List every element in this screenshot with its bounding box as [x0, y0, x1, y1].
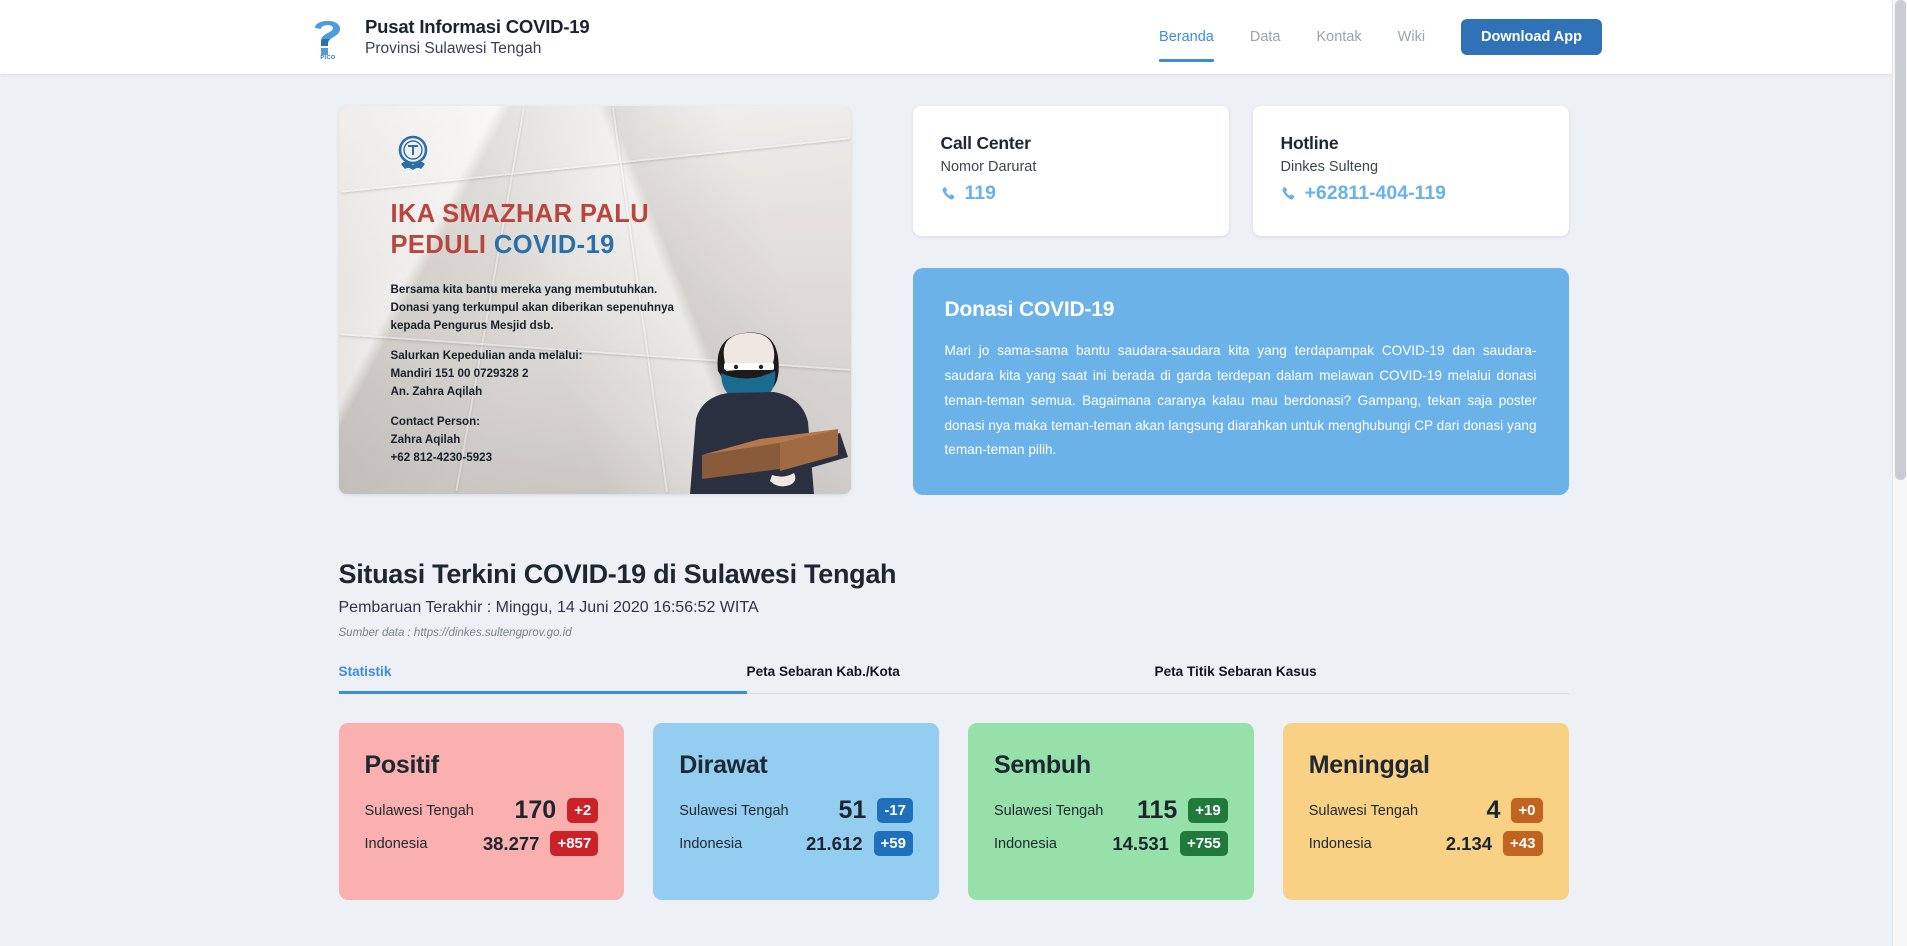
tab-peta-titik-sebaran-kasus[interactable]: Peta Titik Sebaran Kasus	[1155, 656, 1563, 693]
page-scrollbar[interactable]	[1892, 0, 1907, 946]
top-navbar: PICO Pusat Informasi COVID-19 Provinsi S…	[0, 0, 1907, 74]
poster-person-illustration	[689, 332, 848, 494]
hotline-number-row[interactable]: +62811-404-119	[1281, 181, 1541, 206]
page-body: IKA SMAZHAR PALU PEDULI COVID-19 Bersama…	[0, 74, 1907, 901]
poster-heading-line2: PEDULI COVID-19	[391, 230, 851, 261]
stat-region-label: Indonesia	[364, 835, 428, 852]
call-center-card[interactable]: Call Center Nomor Darurat 119	[912, 106, 1229, 237]
nav-link-data[interactable]: Data	[1232, 30, 1299, 45]
content-container: IKA SMAZHAR PALU PEDULI COVID-19 Bersama…	[338, 106, 1569, 901]
brand-title: Pusat Informasi COVID-19	[365, 16, 590, 38]
stat-region-label: Sulawesi Tengah	[679, 802, 789, 819]
situasi-section: Situasi Terkini COVID-19 di Sulawesi Ten…	[338, 559, 1569, 901]
stat-title-sembuh: Sembuh	[994, 751, 1091, 780]
call-center-subtitle: Nomor Darurat	[940, 159, 1037, 175]
hero-right-column: Call Center Nomor Darurat 119 Hotline Di…	[912, 106, 1569, 496]
call-center-title: Call Center	[940, 133, 1031, 153]
situasi-last-update: Pembaruan Terakhir : Minggu, 14 Juni 202…	[338, 599, 759, 617]
stat-region-label: Indonesia	[1308, 835, 1372, 852]
hotline-subtitle: Dinkes Sulteng	[1280, 159, 1379, 175]
stat-card-sembuh[interactable]: Sembuh Sulawesi Tengah 115 +19 Indonesia…	[968, 723, 1254, 901]
stat-card-meninggal[interactable]: Meninggal Sulawesi Tengah 4 +0 Indonesia…	[1282, 723, 1569, 901]
call-center-number-row[interactable]: 119	[941, 181, 1201, 206]
stat-delta-badge: +19	[1188, 798, 1228, 824]
hotline-number: +62811-404-119	[1304, 182, 1447, 204]
stat-value: 115	[1136, 796, 1178, 825]
stat-region-label: Sulawesi Tengah	[994, 802, 1104, 819]
phone-icon	[1282, 187, 1294, 200]
stat-value: 4	[1486, 796, 1501, 825]
stat-region-label: Sulawesi Tengah	[1308, 802, 1419, 819]
stat-card-positif[interactable]: Positif Sulawesi Tengah 170 +2 Indonesia…	[338, 723, 625, 901]
stat-value: 2.134	[1445, 832, 1493, 854]
stat-row-indonesia: Indonesia 14.531 +755	[994, 831, 1228, 857]
stat-row-indonesia: Indonesia 2.134 +43	[1308, 831, 1543, 857]
stat-value: 14.531	[1112, 832, 1169, 854]
stat-value: 170	[514, 796, 557, 825]
stat-region-label: Sulawesi Tengah	[364, 802, 474, 819]
stat-value: 51	[838, 796, 867, 825]
poster-heading-peduli: PEDULI	[390, 231, 487, 260]
poster-emblem-icon	[398, 135, 427, 170]
call-center-number: 119	[964, 182, 996, 204]
poster-heading: IKA SMAZHAR PALU PEDULI COVID-19	[391, 199, 851, 261]
nav-link-beranda[interactable]: Beranda	[1141, 30, 1232, 62]
stat-region-label: Indonesia	[679, 835, 743, 852]
stat-delta-badge: +59	[873, 831, 913, 857]
donation-poster-image[interactable]: IKA SMAZHAR PALU PEDULI COVID-19 Bersama…	[338, 106, 851, 494]
stat-card-dirawat[interactable]: Dirawat Sulawesi Tengah 51 -17 Indonesia…	[653, 723, 939, 901]
stat-delta-badge: +0	[1511, 798, 1543, 824]
stat-row-indonesia: Indonesia 21.612 +59	[679, 831, 913, 857]
hotline-title: Hotline	[1280, 133, 1339, 153]
poster-heading-covid: COVID-19	[493, 231, 615, 260]
poster-heading-line1: IKA SMAZHAR PALU	[390, 200, 650, 228]
stat-delta-badge: +755	[1179, 831, 1228, 857]
stat-value: 21.612	[805, 832, 863, 854]
nav-link-kontak[interactable]: Kontak	[1299, 30, 1380, 45]
brand-subtitle: Provinsi Sulawesi Tengah	[365, 40, 542, 58]
situasi-title: Situasi Terkini COVID-19 di Sulawesi Ten…	[338, 559, 897, 590]
pico-logo-icon: PICO	[305, 13, 351, 61]
brand[interactable]: PICO Pusat Informasi COVID-19 Provinsi S…	[305, 13, 590, 61]
situasi-data-source: Sumber data : https://dinkes.sultengprov…	[338, 627, 572, 640]
stat-row-sulteng: Sulawesi Tengah 170 +2	[365, 796, 599, 825]
stat-region-label: Indonesia	[994, 835, 1057, 852]
stat-row-sulteng: Sulawesi Tengah 4 +0	[1309, 796, 1543, 825]
svg-text:PICO: PICO	[320, 55, 336, 59]
tab-peta-sebaran-kab-kota[interactable]: Peta Sebaran Kab./Kota	[747, 656, 1155, 693]
stat-title-positif: Positif	[364, 751, 440, 780]
scrollbar-thumb[interactable]	[1895, 0, 1906, 480]
hero-row: IKA SMAZHAR PALU PEDULI COVID-19 Bersama…	[338, 106, 1569, 496]
stat-title-dirawat: Dirawat	[679, 751, 768, 780]
download-app-button[interactable]: Download App	[1461, 18, 1602, 56]
donasi-text: Mari jo sama-sama bantu saudara-saudara …	[944, 343, 1537, 458]
donasi-title: Donasi COVID-19	[944, 298, 1115, 322]
statistic-cards: Positif Sulawesi Tengah 170 +2 Indonesia…	[338, 723, 1569, 901]
stat-delta-badge: +43	[1503, 831, 1543, 857]
stat-row-sulteng: Sulawesi Tengah 51 -17	[679, 796, 913, 825]
stat-delta-badge: +857	[550, 831, 599, 857]
contact-cards-row: Call Center Nomor Darurat 119 Hotline Di…	[912, 106, 1569, 237]
stat-value: 38.277	[482, 832, 540, 854]
stat-row-sulteng: Sulawesi Tengah 115 +19	[994, 796, 1228, 825]
nav-link-wiki[interactable]: Wiki	[1380, 30, 1443, 45]
donasi-card: Donasi COVID-19 Mari jo sama-sama bantu …	[912, 268, 1569, 496]
hotline-card[interactable]: Hotline Dinkes Sulteng +62811-404-119	[1252, 106, 1569, 237]
stat-title-meninggal: Meninggal	[1308, 751, 1430, 780]
tab-statistik[interactable]: Statistik	[338, 656, 747, 695]
brand-text: Pusat Informasi COVID-19 Provinsi Sulawe…	[365, 15, 590, 59]
stat-delta-badge: -17	[877, 798, 913, 824]
phone-icon	[942, 187, 954, 200]
stat-row-indonesia: Indonesia 38.277 +857	[364, 831, 599, 857]
situasi-tabs: Statistik Peta Sebaran Kab./Kota Peta Ti…	[338, 656, 1569, 695]
stat-delta-badge: +2	[567, 798, 599, 824]
nav-links: Beranda Data Kontak Wiki Download App	[1141, 18, 1602, 62]
